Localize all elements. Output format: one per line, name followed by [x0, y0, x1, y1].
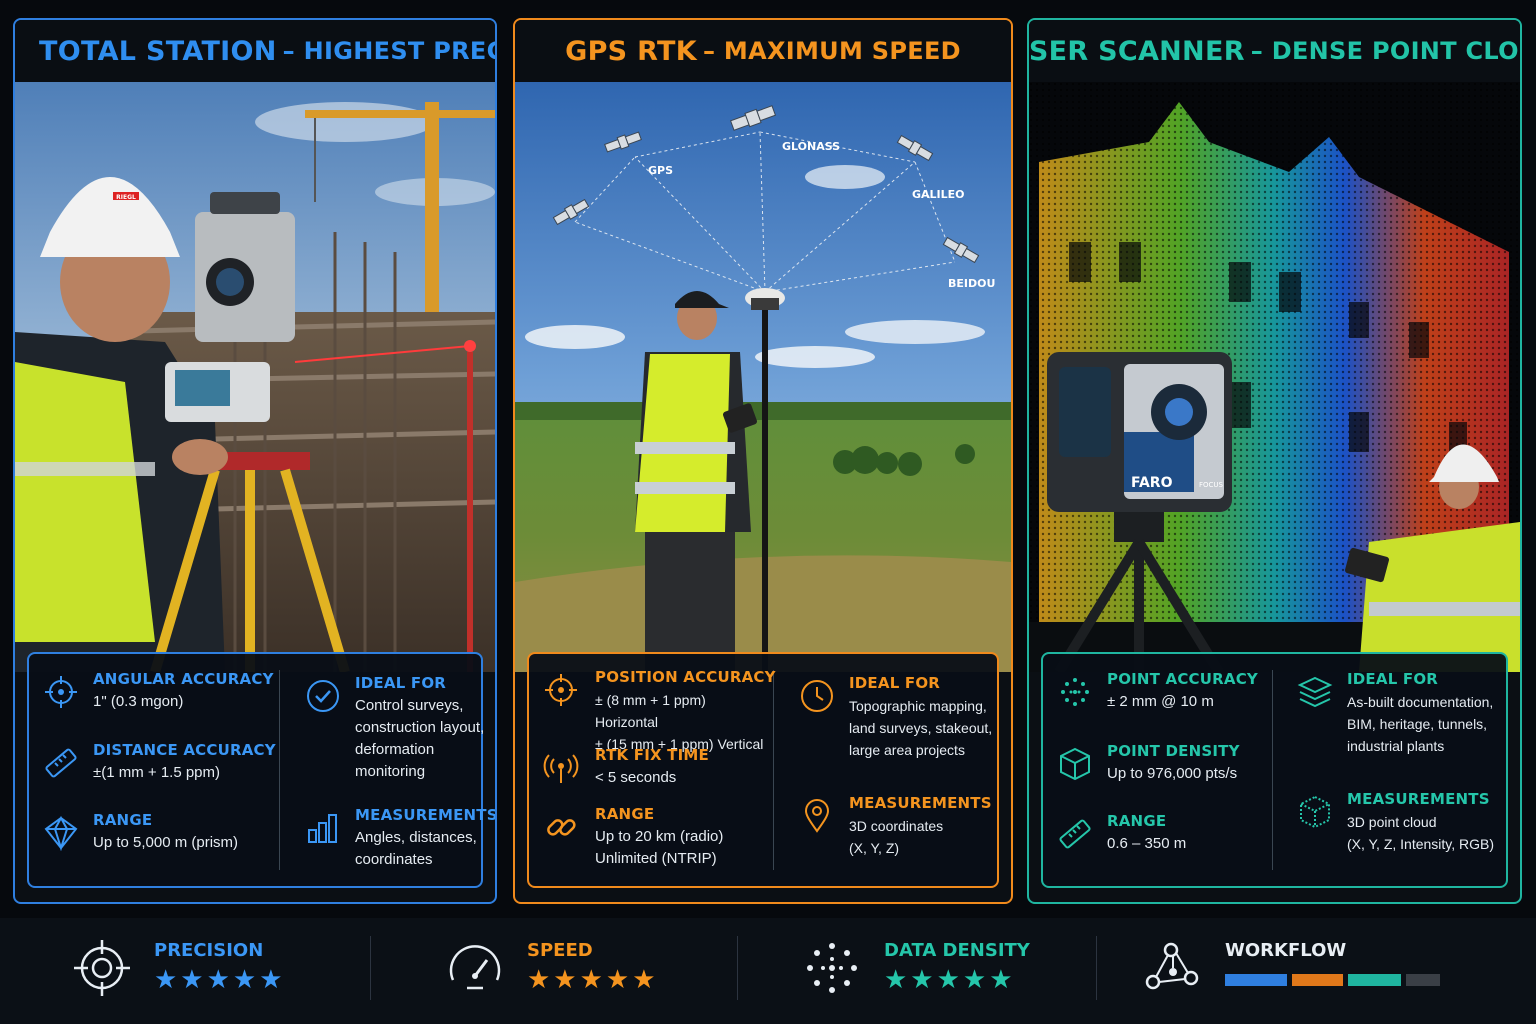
- star-rating: ★★★★★: [154, 964, 286, 994]
- crosshair-icon: [545, 674, 577, 706]
- specs-left-column: ANGULAR ACCURACY 1" (0.3 mgon) DISTANCE A…: [29, 654, 279, 886]
- spec-value: Angles, distances, coordinates: [355, 829, 477, 868]
- prism-icon: [44, 815, 78, 851]
- total-station-panel: TOTAL STATION – HIGHEST PRECISION: [13, 18, 497, 904]
- separator: [370, 936, 371, 1000]
- panel-subtitle: – HIGHEST PRECISION: [282, 37, 495, 65]
- spec-value: 1" (0.3 mgon): [93, 693, 184, 710]
- spec-value: As-built documentation, BIM, heritage, t…: [1347, 694, 1494, 754]
- rating-label: PRECISION: [154, 940, 264, 961]
- helmet-brand-text: RIEGL: [116, 194, 136, 201]
- workflow-nodes-icon: [1145, 942, 1199, 990]
- star-rating: ★★★★★: [527, 964, 659, 994]
- specs-left-column: POINT ACCURACY ± 2 mm @ 10 m POINT DENSIT…: [1043, 654, 1272, 886]
- specs-right-column: IDEAL FOR Topographic mapping, land surve…: [785, 654, 997, 886]
- rating-workflow: WORKFLOW: [1143, 918, 1483, 1024]
- column-divider: [279, 670, 280, 870]
- column-divider: [1272, 670, 1273, 870]
- panel-title: LASER SCANNER – DENSE POINT CLOUD: [1029, 20, 1520, 82]
- spec-label: MEASUREMENTS: [1347, 790, 1490, 808]
- spec-value: 0.6 – 350 m: [1107, 835, 1187, 852]
- target-icon: [74, 940, 130, 996]
- ruler-icon: [45, 748, 77, 778]
- signal-antenna-icon: [543, 754, 579, 783]
- spec-value: Up to 976,000 pts/s: [1107, 765, 1238, 782]
- specs-box: POINT ACCURACY ± 2 mm @ 10 m POINT DENSIT…: [1041, 652, 1508, 888]
- spec-label: POSITION ACCURACY: [595, 668, 776, 686]
- satellite-label: BEIDOU: [948, 277, 995, 290]
- spec-label: DISTANCE ACCURACY: [93, 741, 276, 759]
- specs-box: POSITION ACCURACY ± (8 mm + 1 ppm) Horizo…: [527, 652, 999, 888]
- spec-value: ±(1 mm + 1.5 ppm): [93, 764, 221, 781]
- ratings-bar: PRECISION ★★★★★ SPEED ★★★★★ DATA DENSITY…: [0, 918, 1536, 1024]
- separator: [737, 936, 738, 1000]
- rating-label: SPEED: [527, 940, 593, 961]
- cube-icon: [1060, 747, 1090, 781]
- dotted-cube-icon: [1300, 795, 1330, 829]
- panel-subtitle: – MAXIMUM SPEED: [702, 37, 961, 65]
- spec-value: Up to 5,000 m (prism): [93, 834, 239, 851]
- dot-cluster-icon: [1061, 678, 1089, 706]
- laser-scanner-panel: LASER SCANNER – DENSE POINT CLOUD: [1027, 18, 1522, 904]
- spec-value: Up to 20 km (radio) Unlimited (NTRIP): [595, 828, 724, 867]
- scanner-model-text: FOCUS: [1199, 481, 1224, 489]
- gps-rtk-photo: GPS GLONASS GALILEO BEIDOU: [515, 82, 1011, 672]
- satellite-label: GPS: [648, 164, 673, 177]
- specs-box: ANGULAR ACCURACY 1" (0.3 mgon) DISTANCE A…: [27, 652, 497, 888]
- spec-label: RANGE: [595, 805, 655, 823]
- spec-label: ANGULAR ACCURACY: [93, 670, 274, 688]
- spec-label: MEASUREMENTS: [355, 806, 497, 824]
- spec-value: ± 2 mm @ 10 m: [1107, 693, 1214, 710]
- speedometer-icon: [449, 945, 501, 990]
- panel-title-main: LASER SCANNER: [1028, 35, 1245, 67]
- panel-title: TOTAL STATION – HIGHEST PRECISION: [15, 20, 495, 82]
- location-pin-icon: [804, 799, 830, 833]
- spec-value: 3D coordinates (X, Y, Z): [849, 818, 944, 856]
- crosshair-icon: [45, 676, 77, 708]
- panel-title-main: GPS RTK: [565, 35, 697, 67]
- workflow-segment-laser-scanner: [1348, 974, 1401, 986]
- spec-label: RANGE: [1107, 812, 1167, 830]
- star-rating: ★★★★★: [884, 964, 1016, 994]
- spec-label: POINT DENSITY: [1107, 742, 1240, 760]
- workflow-segment-gps-rtk: [1292, 974, 1343, 986]
- total-station-photo: RIEGL: [15, 82, 495, 672]
- clock-icon: [801, 680, 833, 712]
- separator: [1096, 936, 1097, 1000]
- bar-chart-icon: [308, 814, 337, 843]
- satellite-label: GALILEO: [912, 188, 965, 201]
- laser-scanner-photo: FARO FOCUS: [1029, 82, 1520, 672]
- column-divider: [773, 670, 774, 870]
- spec-label: RANGE: [93, 811, 153, 829]
- rating-label: WORKFLOW: [1225, 940, 1347, 961]
- specs-right-column: IDEAL FOR Control surveys, construction l…: [291, 654, 497, 886]
- spec-value: < 5 seconds: [595, 769, 677, 786]
- spec-value: 3D point cloud (X, Y, Z, Intensity, RGB): [1347, 814, 1495, 852]
- spec-value: Topographic mapping, land surveys, stake…: [849, 698, 993, 758]
- workflow-segment-total-station: [1225, 974, 1287, 986]
- panel-title: GPS RTK – MAXIMUM SPEED: [515, 20, 1011, 82]
- link-icon: [547, 819, 576, 836]
- spec-label: RTK FIX TIME: [595, 746, 709, 764]
- spec-value: Control surveys, construction layout, de…: [355, 697, 485, 780]
- workflow-segment-remaining: [1406, 974, 1440, 986]
- dot-cluster-icon: [807, 943, 857, 993]
- spec-label: IDEAL FOR: [1347, 670, 1439, 688]
- spec-label: IDEAL FOR: [849, 674, 941, 692]
- satellite-label: GLONASS: [782, 140, 840, 153]
- gps-rtk-panel: GPS RTK – MAXIMUM SPEED GPS GLONASS GALI…: [513, 18, 1013, 904]
- spec-label: MEASUREMENTS: [849, 794, 992, 812]
- layers-icon: [1297, 676, 1333, 708]
- specs-right-column: IDEAL FOR As-built documentation, BIM, he…: [1283, 654, 1506, 886]
- ruler-icon: [1059, 819, 1091, 849]
- checkmark-circle-icon: [307, 680, 339, 712]
- rating-label: DATA DENSITY: [884, 940, 1030, 961]
- spec-label: IDEAL FOR: [355, 674, 447, 692]
- panel-title-main: TOTAL STATION: [39, 35, 277, 67]
- panel-subtitle: – DENSE POINT CLOUD: [1250, 37, 1520, 65]
- spec-label: POINT ACCURACY: [1107, 670, 1258, 688]
- specs-left-column: POSITION ACCURACY ± (8 mm + 1 ppm) Horizo…: [529, 654, 776, 886]
- scanner-brand-text: FARO: [1131, 475, 1173, 491]
